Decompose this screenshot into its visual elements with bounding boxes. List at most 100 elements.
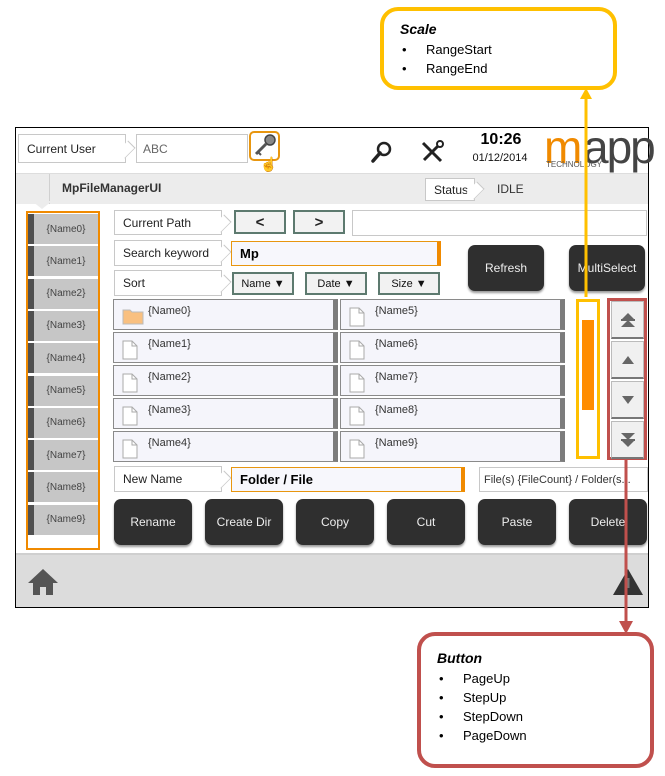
- file-icon: [122, 340, 138, 363]
- pointer-cursor-icon: ☝: [260, 156, 278, 172]
- file-name: {Name1}: [148, 338, 191, 350]
- page-up-button[interactable]: [611, 301, 644, 339]
- scroll-scale-range-bar[interactable]: [582, 320, 594, 410]
- file-icon: [122, 439, 138, 462]
- file-list-item[interactable]: {Name0}: [113, 299, 338, 330]
- current-path-label: Current Path: [114, 210, 232, 235]
- file-list-item[interactable]: {Name6}: [340, 332, 565, 363]
- scale-callout: Scale RangeStart RangeEnd: [380, 7, 617, 90]
- create-dir-button[interactable]: Create Dir: [205, 499, 283, 545]
- chevron-up-icon: [621, 355, 634, 364]
- sidebar-item[interactable]: {Name6}: [28, 407, 98, 438]
- sort-by-name-button[interactable]: Name ▼: [232, 272, 294, 295]
- copy-button[interactable]: Copy: [296, 499, 374, 545]
- status-label-text: Status: [434, 182, 469, 197]
- current-path-field[interactable]: [352, 210, 647, 236]
- step-down-button[interactable]: [611, 381, 644, 419]
- current-user-field[interactable]: ABC: [136, 134, 248, 163]
- file-name: {Name7}: [375, 371, 418, 383]
- file-list-item[interactable]: {Name1}: [113, 332, 338, 363]
- file-list-item[interactable]: {Name4}: [113, 431, 338, 462]
- file-list-item[interactable]: {Name2}: [113, 365, 338, 396]
- sidebar-item[interactable]: {Name8}: [28, 472, 98, 503]
- double-chevron-down-icon: [620, 432, 635, 447]
- rename-button[interactable]: Rename: [114, 499, 192, 545]
- sidebar-item[interactable]: {Name3}: [28, 310, 98, 341]
- sidebar-item-label: {Name0}: [46, 223, 86, 235]
- sidebar-item[interactable]: {Name0}: [28, 214, 98, 244]
- clock-time: 10:26: [480, 131, 522, 148]
- title-bar: MpFileManagerUI Status IDLE: [16, 173, 648, 204]
- file-name: {Name6}: [375, 338, 418, 350]
- scale-callout-title: Scale: [400, 21, 437, 37]
- new-name-input[interactable]: Folder / File: [231, 467, 465, 492]
- scroll-scale[interactable]: [576, 299, 600, 459]
- home-button[interactable]: [26, 567, 60, 597]
- button-callout-item: StepUp: [437, 688, 650, 707]
- current-user-value: ABC: [143, 141, 168, 156]
- multiselect-button[interactable]: MultiSelect: [569, 245, 645, 291]
- sidebar-pointer: [32, 201, 52, 209]
- back-button[interactable]: <: [234, 210, 286, 234]
- cut-button[interactable]: Cut: [387, 499, 465, 545]
- delete-button[interactable]: Delete: [569, 499, 647, 545]
- file-name: {Name0}: [148, 305, 191, 317]
- sidebar-item-label: {Name1}: [46, 255, 86, 267]
- refresh-button[interactable]: Refresh: [468, 245, 544, 291]
- file-list-item[interactable]: {Name3}: [113, 398, 338, 429]
- settings-tools-icon[interactable]: [419, 139, 445, 165]
- footer-bar: [16, 553, 648, 607]
- hmi-screen: Current User ABC ☝ 10:26 01/12/2014 m ap…: [15, 121, 656, 608]
- button-callout: Button PageUp StepUp StepDown PageDown: [417, 632, 654, 768]
- page-down-button[interactable]: [611, 421, 644, 459]
- sidebar-item[interactable]: {Name1}: [28, 246, 98, 277]
- sidebar-item[interactable]: {Name9}: [28, 504, 98, 535]
- sidebar-item[interactable]: {Name4}: [28, 343, 98, 374]
- sidebar-item-label: {Name5}: [46, 385, 86, 396]
- folder-icon: [122, 307, 144, 328]
- file-name: {Name3}: [148, 404, 191, 416]
- step-up-button[interactable]: [611, 341, 644, 379]
- file-icon: [349, 373, 365, 396]
- mapp-logo: m app TECHNOLOGY: [544, 121, 656, 173]
- sidebar-item-label: {Name4}: [46, 352, 86, 364]
- file-list-item[interactable]: {Name5}: [340, 299, 565, 330]
- logo-subtext: TECHNOLOGY: [546, 160, 603, 169]
- search-keyword-label-text: Search keyword: [123, 246, 210, 260]
- status-value: IDLE: [497, 182, 524, 196]
- search-keyword-label: Search keyword: [114, 240, 232, 266]
- new-name-value: Folder / File: [240, 472, 313, 487]
- file-icon: [122, 373, 138, 396]
- sidebar-item-label: {Name7}: [46, 449, 86, 461]
- status-label: Status: [425, 178, 485, 201]
- search-icon[interactable]: [370, 140, 394, 164]
- paste-button[interactable]: Paste: [478, 499, 556, 545]
- sort-by-date-button[interactable]: Date ▼: [305, 272, 367, 295]
- current-path-label-text: Current Path: [123, 215, 192, 230]
- chevron-down-icon: [621, 395, 634, 404]
- file-name: {Name4}: [148, 437, 191, 449]
- forward-button[interactable]: >: [293, 210, 345, 234]
- clock-date: 01/12/2014: [472, 152, 528, 164]
- search-keyword-input[interactable]: Mp: [231, 241, 441, 266]
- sort-label: Sort: [114, 270, 232, 296]
- button-callout-item: PageUp: [437, 669, 650, 688]
- button-callout-title: Button: [437, 650, 483, 666]
- sidebar-item-label: {Name3}: [46, 320, 86, 332]
- warning-triangle-icon: [613, 569, 643, 595]
- double-chevron-up-icon: [620, 312, 635, 327]
- file-list-item[interactable]: {Name9}: [340, 431, 565, 462]
- file-icon: [349, 406, 365, 429]
- sort-by-size-button[interactable]: Size ▼: [378, 272, 440, 295]
- sidebar-item-label: {Name9}: [46, 514, 86, 526]
- sidebar-item[interactable]: {Name5}: [28, 375, 98, 406]
- sidebar-item-label: {Name2}: [46, 288, 86, 300]
- file-count-text: File(s) {FileCount} / Folder(s...: [484, 473, 631, 486]
- new-name-label-text: New Name: [123, 472, 183, 486]
- sidebar-item[interactable]: {Name7}: [28, 440, 98, 471]
- file-list-item[interactable]: {Name8}: [340, 398, 565, 429]
- alarm-button[interactable]: [612, 567, 644, 597]
- sidebar-item[interactable]: {Name2}: [28, 278, 98, 309]
- file-icon: [349, 340, 365, 363]
- file-list-item[interactable]: {Name7}: [340, 365, 565, 396]
